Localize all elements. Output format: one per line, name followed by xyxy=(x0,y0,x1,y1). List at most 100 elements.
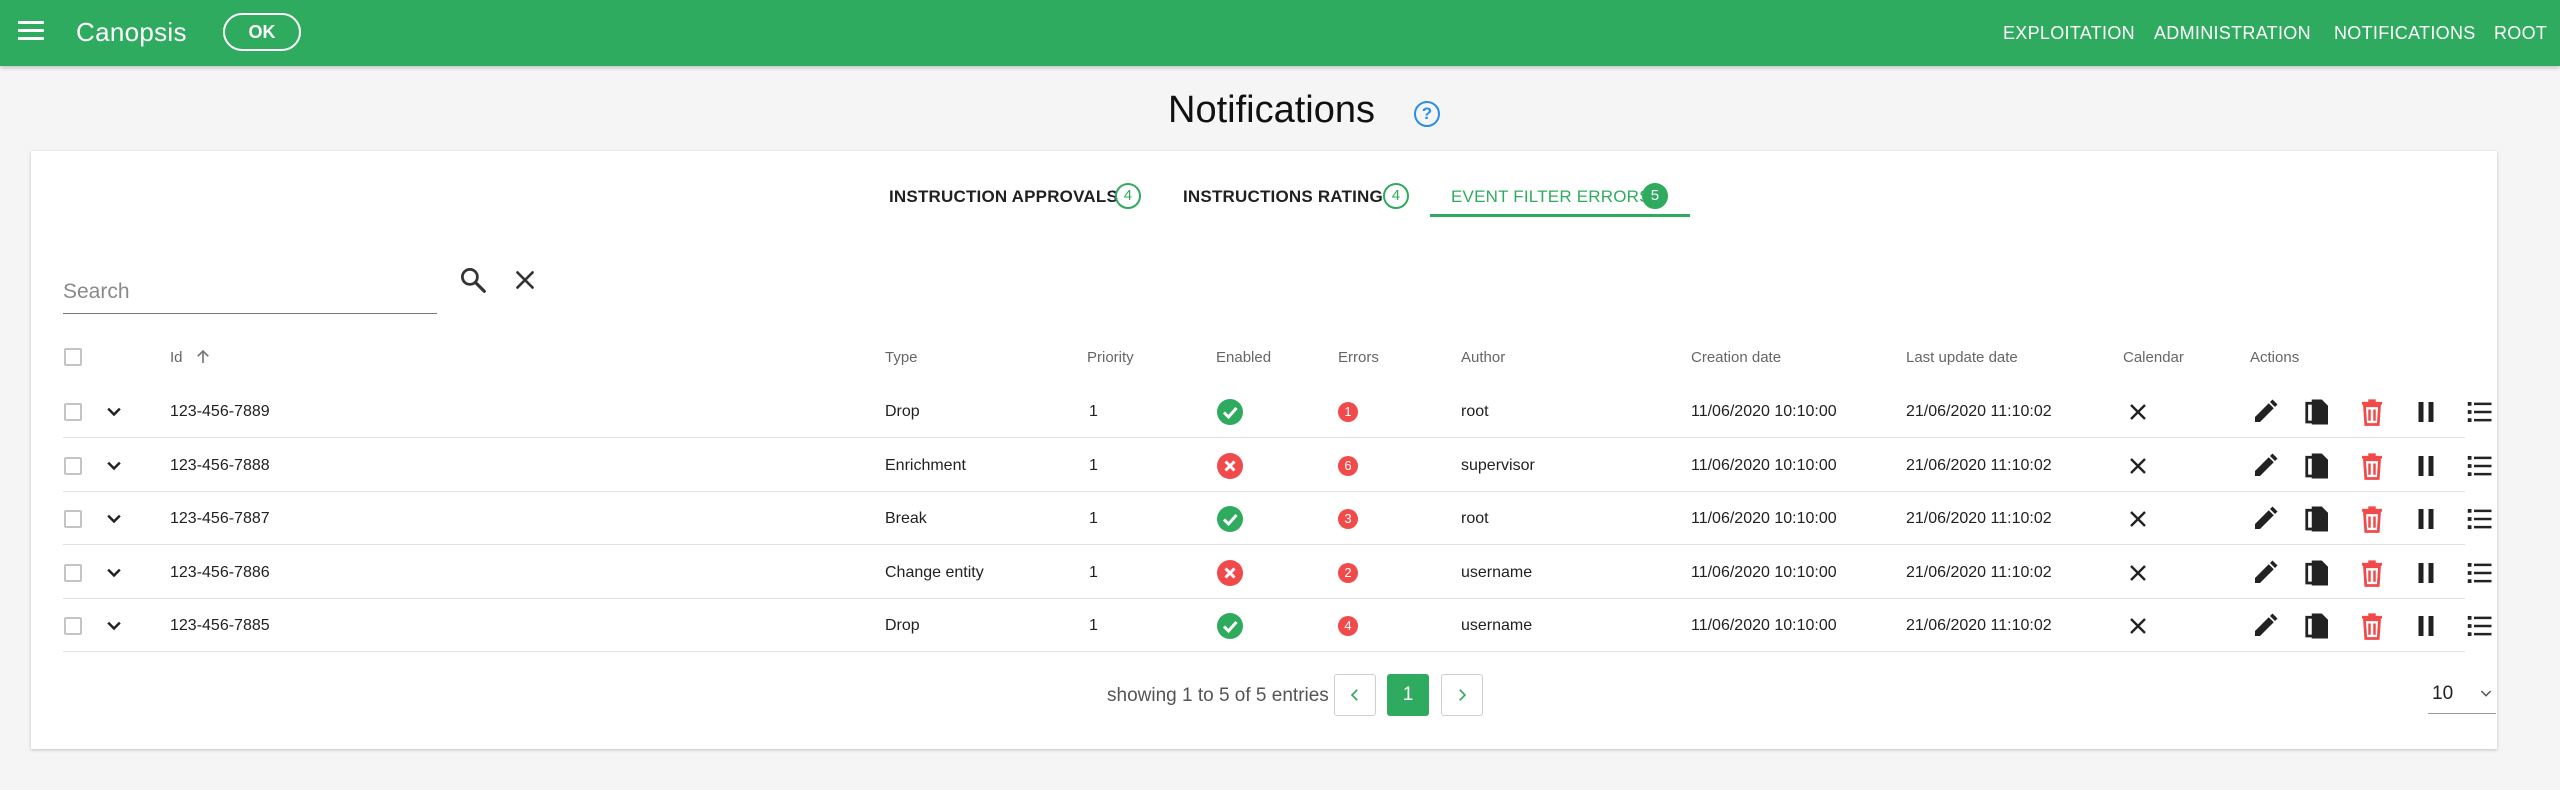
app-title: Canopsis xyxy=(76,17,187,47)
notifications-card: INSTRUCTION APPROVALS 4 INSTRUCTIONS RAT… xyxy=(31,151,2497,749)
expand-row-icon[interactable] xyxy=(104,402,124,422)
nav-exploitation[interactable]: EXPLOITATION xyxy=(2003,23,2135,44)
cell-id: 123-456-7886 xyxy=(170,563,270,581)
calendar-none-icon xyxy=(2130,403,2146,420)
cell-priority: 1 xyxy=(1089,402,1098,420)
tab-label: INSTRUCTION APPROVALS xyxy=(889,187,1118,206)
row-checkbox[interactable] xyxy=(64,402,82,421)
duplicate-icon[interactable] xyxy=(2303,451,2333,481)
cell-type: Change entity xyxy=(885,563,984,581)
list-icon[interactable] xyxy=(2464,451,2494,481)
column-header-type[interactable]: Type xyxy=(885,349,918,366)
column-header-last-update-date[interactable]: Last update date xyxy=(1906,349,2018,366)
pause-icon[interactable] xyxy=(2411,558,2441,588)
duplicate-icon[interactable] xyxy=(2303,611,2333,641)
tab-instruction-approvals[interactable]: INSTRUCTION APPROVALS 4 xyxy=(889,165,1179,213)
ok-status-button[interactable]: OK xyxy=(223,13,301,51)
top-app-bar: Canopsis OK EXPLOITATION ADMINISTRATION … xyxy=(0,0,2560,66)
cell-last-update-date: 21/06/2020 11:10:02 xyxy=(1906,616,2052,634)
list-icon[interactable] xyxy=(2464,397,2494,427)
row-divider xyxy=(63,598,2465,599)
delete-icon[interactable] xyxy=(2357,558,2387,588)
error-count-badge: 6 xyxy=(1338,455,1358,476)
list-icon[interactable] xyxy=(2464,558,2494,588)
tab-instructions-rating[interactable]: INSTRUCTIONS RATING 4 xyxy=(1183,165,1453,213)
expand-row-icon[interactable] xyxy=(104,563,124,583)
duplicate-icon[interactable] xyxy=(2303,558,2333,588)
cell-last-update-date: 21/06/2020 11:10:02 xyxy=(1906,509,2052,527)
enabled-check-icon xyxy=(1217,398,1243,425)
search-input[interactable] xyxy=(63,271,437,313)
delete-icon[interactable] xyxy=(2357,451,2387,481)
column-header-author[interactable]: Author xyxy=(1461,349,1505,366)
edit-icon[interactable] xyxy=(2250,558,2280,588)
row-checkbox[interactable] xyxy=(64,616,82,635)
chevron-left-icon xyxy=(1350,689,1358,701)
chevron-right-icon xyxy=(1459,689,1467,701)
cell-author: username xyxy=(1461,616,1533,634)
cell-priority: 1 xyxy=(1089,563,1098,581)
cell-creation-date: 11/06/2020 10:10:00 xyxy=(1691,563,1837,581)
edit-icon[interactable] xyxy=(2250,451,2280,481)
rows-per-page-value: 10 xyxy=(2432,683,2454,704)
sort-ascending-icon xyxy=(197,349,209,363)
edit-icon[interactable] xyxy=(2250,397,2280,427)
pause-icon[interactable] xyxy=(2411,611,2441,641)
help-icon[interactable]: ? xyxy=(1414,101,1440,127)
row-checkbox[interactable] xyxy=(64,456,82,475)
delete-icon[interactable] xyxy=(2357,504,2387,534)
cell-creation-date: 11/06/2020 10:10:00 xyxy=(1691,616,1837,634)
delete-icon[interactable] xyxy=(2357,611,2387,641)
row-checkbox[interactable] xyxy=(64,509,82,528)
clear-search-icon[interactable] xyxy=(512,267,538,298)
cell-id: 123-456-7888 xyxy=(170,456,270,474)
expand-row-icon[interactable] xyxy=(104,616,124,636)
cell-type: Drop xyxy=(885,402,920,420)
cell-last-update-date: 21/06/2020 11:10:02 xyxy=(1906,402,2052,420)
nav-notifications[interactable]: NOTIFICATIONS xyxy=(2334,23,2476,44)
column-header-actions: Actions xyxy=(2250,349,2300,366)
column-header-calendar[interactable]: Calendar xyxy=(2123,349,2184,366)
column-header-errors[interactable]: Errors xyxy=(1338,349,1379,366)
column-header-enabled[interactable]: Enabled xyxy=(1216,349,1271,366)
list-icon[interactable] xyxy=(2464,611,2494,641)
column-header-id[interactable]: Id xyxy=(170,349,209,366)
delete-icon[interactable] xyxy=(2357,397,2387,427)
duplicate-icon[interactable] xyxy=(2303,397,2333,427)
edit-icon[interactable] xyxy=(2250,611,2280,641)
edit-icon[interactable] xyxy=(2250,504,2280,534)
tab-label: EVENT FILTER ERRORS xyxy=(1451,187,1651,206)
expand-row-icon[interactable] xyxy=(104,509,124,529)
cell-id: 123-456-7887 xyxy=(170,509,270,527)
cell-type: Enrichment xyxy=(885,456,966,474)
page-title: Notifications xyxy=(1168,89,1375,131)
active-tab-indicator xyxy=(1430,214,1690,217)
nav-root-user[interactable]: ROOT xyxy=(2494,23,2547,44)
pause-icon[interactable] xyxy=(2411,504,2441,534)
cell-priority: 1 xyxy=(1089,456,1098,474)
column-header-creation-date[interactable]: Creation date xyxy=(1691,349,1781,366)
pause-icon[interactable] xyxy=(2411,397,2441,427)
column-header-label: Id xyxy=(170,349,183,366)
cell-creation-date: 11/06/2020 10:10:00 xyxy=(1691,456,1837,474)
expand-row-icon[interactable] xyxy=(104,456,124,476)
search-icon[interactable] xyxy=(458,265,488,300)
menu-icon[interactable] xyxy=(18,21,44,43)
list-icon[interactable] xyxy=(2464,504,2494,534)
cell-last-update-date: 21/06/2020 11:10:02 xyxy=(1906,563,2052,581)
cell-creation-date: 11/06/2020 10:10:00 xyxy=(1691,402,1837,420)
row-checkbox[interactable] xyxy=(64,563,82,582)
rows-per-page-select[interactable]: 10 xyxy=(2428,671,2496,714)
page-button-current[interactable]: 1 xyxy=(1387,674,1429,716)
next-page-button[interactable] xyxy=(1441,674,1483,716)
tab-event-filter-errors[interactable]: EVENT FILTER ERRORS 5 xyxy=(1430,165,1690,217)
pause-icon[interactable] xyxy=(2411,451,2441,481)
select-all-checkbox[interactable] xyxy=(64,348,82,366)
previous-page-button[interactable] xyxy=(1334,674,1376,716)
nav-administration[interactable]: ADMINISTRATION xyxy=(2154,23,2311,44)
pagination-summary: showing 1 to 5 of 5 entries xyxy=(1107,685,1329,706)
duplicate-icon[interactable] xyxy=(2303,504,2333,534)
calendar-none-icon xyxy=(2130,617,2146,634)
row-divider xyxy=(63,651,2465,652)
column-header-priority[interactable]: Priority xyxy=(1087,349,1134,366)
